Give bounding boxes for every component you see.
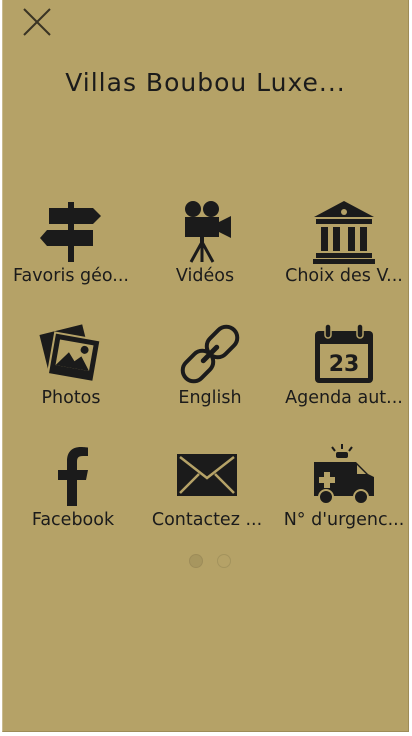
calendar-day: 23 xyxy=(329,352,360,377)
link-icon xyxy=(180,324,240,384)
menu-item-label: Vidéos xyxy=(175,266,235,286)
building-icon xyxy=(313,201,375,264)
menu-item-agenda[interactable]: 23 Agenda aut... xyxy=(276,322,412,432)
page-dot-active[interactable] xyxy=(189,554,203,568)
menu-item-english[interactable]: English xyxy=(142,322,278,432)
menu-item-favoris[interactable]: Favoris géo... xyxy=(3,200,139,310)
menu-item-label: Choix des V... xyxy=(285,266,403,286)
calendar-icon: 23 xyxy=(315,323,373,383)
envelope-icon xyxy=(177,454,237,496)
menu-item-urgence[interactable]: N° d'urgenc... xyxy=(276,444,412,554)
menu-item-label: N° d'urgenc... xyxy=(283,510,405,530)
menu-item-label: English xyxy=(178,388,242,408)
menu-item-facebook[interactable]: Facebook xyxy=(5,444,141,554)
menu-screen: Villas Boubou Luxe... Favoris géo... Vid… xyxy=(2,0,409,732)
menu-item-photos[interactable]: Photos xyxy=(3,322,139,432)
menu-item-label: Photos xyxy=(41,388,101,408)
page-dot[interactable] xyxy=(217,554,231,568)
menu-item-label: Agenda aut... xyxy=(285,388,403,408)
menu-item-label: Contactez ... xyxy=(151,510,263,530)
signpost-icon xyxy=(40,202,101,262)
menu-item-choix[interactable]: Choix des V... xyxy=(276,200,412,310)
menu-item-label: Facebook xyxy=(31,510,115,530)
menu-item-contact[interactable]: Contactez ... xyxy=(139,444,275,554)
close-icon[interactable] xyxy=(21,6,53,38)
page-title: Villas Boubou Luxe... xyxy=(65,68,346,97)
ambulance-icon xyxy=(314,444,374,505)
menu-item-videos[interactable]: Vidéos xyxy=(137,200,273,310)
photos-icon xyxy=(39,324,102,384)
movie-camera-icon xyxy=(185,201,231,263)
facebook-icon xyxy=(58,447,88,506)
page-indicator xyxy=(187,552,237,568)
menu-item-label: Favoris géo... xyxy=(13,266,129,286)
